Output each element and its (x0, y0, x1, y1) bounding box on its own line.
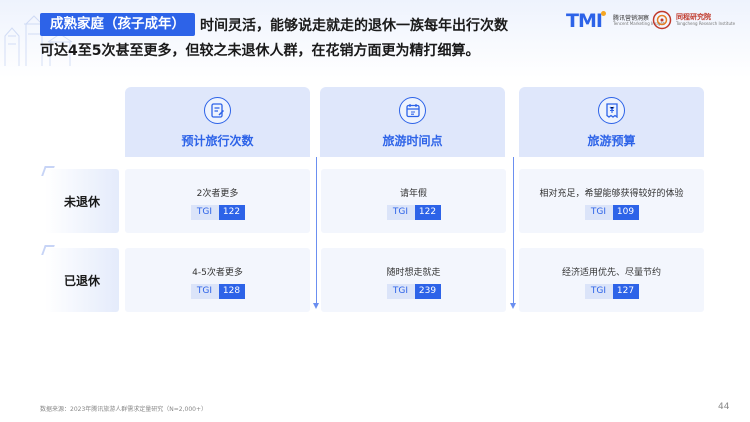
table-cell: 相对充足，希望能够获得较好的体验 TGI 109 (519, 169, 704, 233)
table-cell: 4-5次者更多 TGI 128 (125, 248, 310, 312)
slide-page: 成熟家庭（孩子成年） 时间灵活，能够说走就走的退休一族每年出行次数 可达4至5次… (0, 0, 750, 422)
page-title-line-1: 时间灵活，能够说走就走的退休一族每年出行次数 (200, 18, 508, 34)
column-guide-line (316, 157, 317, 307)
column-header-label: 预计旅行次数 (181, 134, 254, 148)
table-cell: 经济适用优先、尽量节约 TGI 127 (519, 248, 704, 312)
cell-text: 随时想走就走 (386, 268, 441, 278)
cell-text: 2次者更多 (196, 189, 239, 199)
tgi-value: 122 (218, 205, 245, 220)
column-guide-line (513, 157, 514, 307)
page-number: 44 (718, 402, 730, 412)
tongcheng-research-logo: 同程研究院 Tongcheng Research Institute (652, 10, 742, 36)
tgi-badge: TGI 127 (519, 284, 704, 299)
tgi-value: 128 (218, 284, 245, 299)
calendar-clock-icon (399, 97, 426, 124)
tmi-logo-dot (601, 11, 606, 16)
tgi-badge: TGI 122 (321, 205, 506, 220)
segment-tag: 成熟家庭（孩子成年） (40, 13, 195, 36)
tgi-label: TGI (584, 205, 613, 220)
table-cell: 2次者更多 TGI 122 (125, 169, 310, 233)
tgi-badge: TGI 122 (125, 205, 310, 220)
arrow-down-icon (313, 303, 319, 309)
column-header-label: 旅游时间点 (382, 134, 443, 148)
receipt-yuan-icon (598, 97, 625, 124)
tgi-label: TGI (386, 284, 415, 299)
column-header-budget: 旅游预算 (519, 87, 704, 157)
tgi-label: TGI (386, 205, 415, 220)
arrow-down-icon (510, 303, 516, 309)
row-header-label: 未退休 (63, 195, 100, 209)
table-cell: 请年假 TGI 122 (321, 169, 506, 233)
row-header-not-retired: 未退休 (41, 166, 119, 233)
tongcheng-logo-subtext: Tongcheng Research Institute (676, 21, 736, 26)
row-header-retired: 已退休 (41, 245, 119, 312)
tgi-badge: TGI 109 (519, 205, 704, 220)
tgi-badge: TGI 128 (125, 284, 310, 299)
data-source-note: 数据来源：2023年腾讯旅游人群需求定量研究（N=2,000+） (40, 406, 207, 413)
tgi-badge: TGI 239 (321, 284, 506, 299)
cell-text: 经济适用优先、尽量节约 (561, 268, 661, 278)
cell-text: 请年假 (399, 189, 427, 199)
cell-text: 相对充足，希望能够获得较好的体验 (539, 189, 684, 199)
tgi-value: 109 (612, 205, 639, 220)
tgi-value: 239 (414, 284, 441, 299)
table-cell: 随时想走就走 TGI 239 (321, 248, 506, 312)
document-edit-icon (204, 97, 231, 124)
column-header-trip-count: 预计旅行次数 (125, 87, 310, 157)
tgi-label: TGI (190, 284, 219, 299)
column-header-travel-time: 旅游时间点 (320, 87, 505, 157)
column-header-label: 旅游预算 (587, 134, 636, 148)
tmi-logo-mark: TMI (566, 10, 603, 32)
cell-text: 4-5次者更多 (192, 268, 243, 278)
tmi-logo-subtext: Tencent Marketing Insight (613, 21, 665, 26)
row-header-label: 已退休 (63, 274, 100, 288)
tencent-marketing-insight-logo: TMI 腾讯营销洞察 Tencent Marketing Insight (566, 10, 665, 36)
tgi-label: TGI (190, 205, 219, 220)
tongcheng-seal-icon (652, 10, 672, 30)
tgi-label: TGI (584, 284, 613, 299)
page-title-line-2: 可达4至5次甚至更多，但较之未退休人群，在花销方面更为精打细算。 (40, 43, 480, 59)
tgi-value: 127 (612, 284, 639, 299)
tgi-value: 122 (414, 205, 441, 220)
